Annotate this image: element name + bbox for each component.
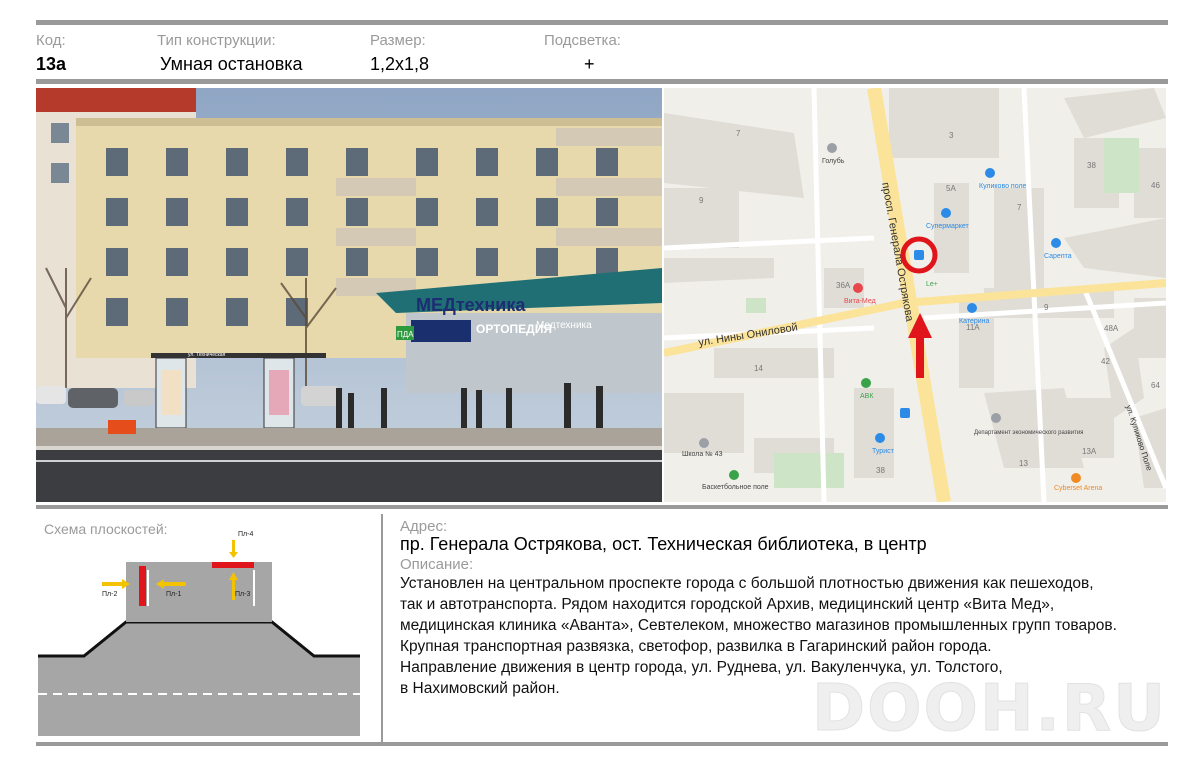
house-number: 7 <box>736 129 741 138</box>
pharmacy-sign: ПДА <box>397 330 414 339</box>
house-number: 13А <box>1082 447 1097 456</box>
code-label: Код: <box>36 32 66 49</box>
house-number: 13 <box>1019 459 1028 468</box>
map-illustration: ул. Нины Ониловой просп. Генерала Остряк… <box>664 88 1166 502</box>
plane-label: Пл-3 <box>235 591 250 598</box>
poi-label: Школа № 43 <box>682 451 723 458</box>
description-label: Описание: <box>400 556 474 573</box>
middle-rule <box>36 505 1168 509</box>
street-photo: МЕДтехника ОРТОПЕДИЯ Медтехника ПДА ул. … <box>36 88 662 502</box>
house-number: 38 <box>1087 161 1096 170</box>
address-value: пр. Генерала Острякова, ост. Техническая… <box>400 534 927 554</box>
stop-sign: ул. Техническая <box>188 352 226 358</box>
poi-label: Голубь <box>822 157 845 165</box>
description-line: Крупная транспортная развязка, светофор,… <box>400 638 992 655</box>
plane-label: Пл-2 <box>102 591 117 598</box>
divider <box>381 514 383 742</box>
poi-label: Турист <box>872 448 895 455</box>
house-number: 42 <box>1101 357 1110 366</box>
house-number: 64 <box>1151 381 1160 390</box>
shop-sign: МЕДтехника <box>416 295 526 315</box>
planes-schema: Схема плоскостей: Пл-4 Пл-2 Пл-1 Пл-3 <box>36 514 380 742</box>
street-photo-illustration: МЕДтехника ОРТОПЕДИЯ Медтехника ПДА ул. … <box>36 88 662 502</box>
poi-label: Le+ <box>926 281 938 288</box>
house-number: 7 <box>1017 203 1022 212</box>
house-number: 9 <box>1044 303 1049 312</box>
shop-sign-tertiary: Медтехника <box>536 320 592 331</box>
light-value: + <box>584 54 595 74</box>
description-line: медицинская клиника «Аванта», Севтелеком… <box>400 617 1117 634</box>
description-line: Установлен на центральном проспекте горо… <box>400 575 1094 592</box>
header-rule <box>36 79 1168 84</box>
address-label: Адрес: <box>400 518 448 535</box>
type-label: Тип конструкции: <box>157 32 276 49</box>
type-value: Умная остановка <box>160 54 303 74</box>
top-rule <box>36 20 1168 25</box>
code-value: 13а <box>36 54 67 74</box>
house-number: 36А <box>836 281 851 290</box>
location-map: ул. Нины Ониловой просп. Генерала Остряк… <box>664 88 1166 502</box>
poi-label: Вита-Мед <box>844 298 876 305</box>
schema-illustration: Схема плоскостей: Пл-4 Пл-2 Пл-1 Пл-3 <box>38 521 360 736</box>
poi-label: Катерина <box>959 318 990 325</box>
house-number: 38 <box>876 466 885 475</box>
schema-title: Схема плоскостей: <box>44 521 168 537</box>
size-value: 1,2х1,8 <box>370 54 430 74</box>
house-number: 14 <box>754 364 763 373</box>
poi-label: Сарепта <box>1044 253 1072 260</box>
size-label: Размер: <box>370 32 426 49</box>
plane-4 <box>212 562 254 568</box>
poi-label: Куликово поле <box>979 183 1027 190</box>
house-number: 48А <box>1104 324 1119 333</box>
watermark: DOOH.RU <box>811 672 1168 747</box>
house-number: 9 <box>699 196 704 205</box>
poi-label: Супермаркет <box>926 223 970 230</box>
description-line: так и автотранспорта. Рядом находится го… <box>400 596 1055 613</box>
plane-label: Пл-1 <box>166 591 181 598</box>
house-number: 5А <box>946 184 956 193</box>
house-number: 3 <box>949 131 954 140</box>
bus-stop-icon <box>900 408 910 418</box>
light-label: Подсветка: <box>544 32 621 49</box>
house-number: 46 <box>1151 181 1160 190</box>
plane-label: Пл-4 <box>238 531 253 538</box>
poi-label: АВК <box>860 393 874 400</box>
poi-label: Баскетбольное поле <box>702 483 769 491</box>
plane-1 <box>139 566 146 606</box>
poi-label: Cyberset Arena <box>1054 485 1102 492</box>
poi-label: Департамент экономического развития <box>974 430 1083 436</box>
